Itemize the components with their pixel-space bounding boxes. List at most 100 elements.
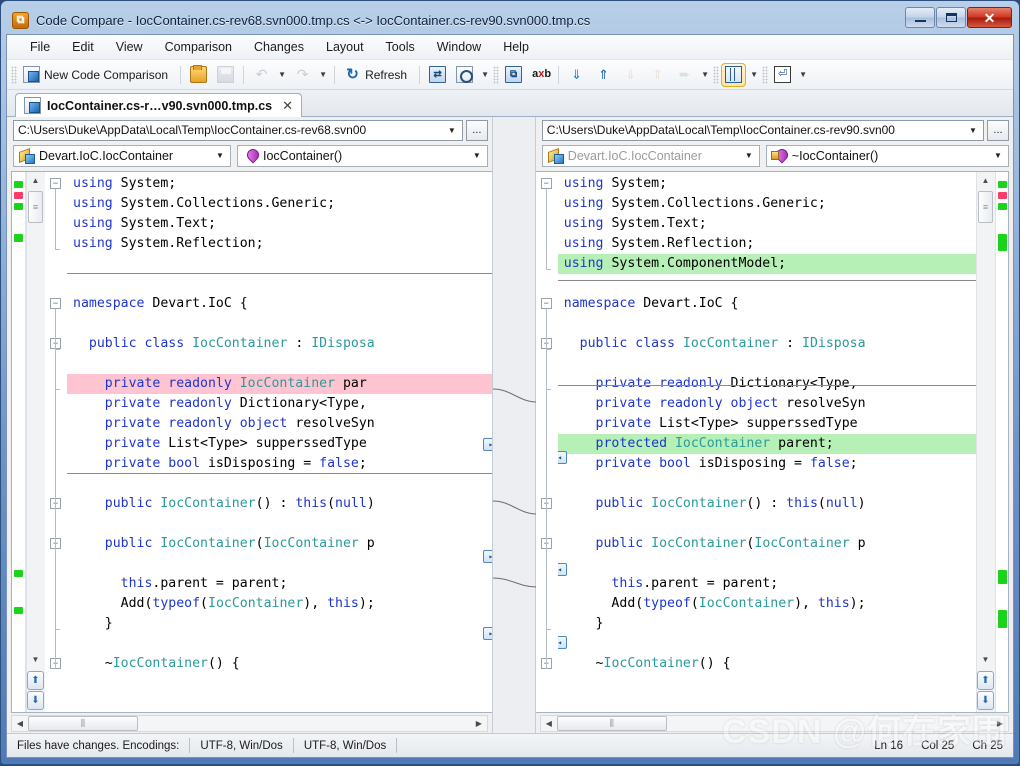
right-type-dropdown-icon[interactable]: ▼: [741, 151, 757, 160]
right-outer-scrollbar[interactable]: ▲ ▼ ⬆ ⬇: [976, 172, 995, 712]
overview-change-marker[interactable]: [14, 607, 23, 614]
new-code-comparison-button[interactable]: New Code Comparison: [19, 63, 175, 87]
left-scroll-down-button[interactable]: ▼: [27, 651, 44, 668]
left-hscroll-right-button[interactable]: ▶: [471, 719, 487, 728]
right-hscroll-left-button[interactable]: ◀: [541, 719, 557, 728]
next-file-button[interactable]: ⇓: [618, 63, 643, 87]
menu-view[interactable]: View: [105, 37, 154, 57]
word-wrap-button[interactable]: ⏎: [770, 63, 795, 87]
fold-toggle-icon[interactable]: −: [541, 298, 552, 309]
view-mode-dropdown[interactable]: ▼: [748, 63, 760, 87]
refresh-button[interactable]: ↻ Refresh: [340, 63, 414, 87]
right-browse-button[interactable]: ...: [987, 120, 1009, 141]
left-next-change-nav-button[interactable]: ⬇: [27, 691, 44, 710]
menu-window[interactable]: Window: [426, 37, 492, 57]
document-tab[interactable]: IocContainer.cs-r…v90.svn000.tmp.cs ✕: [15, 93, 302, 117]
right-hscroll-right-button[interactable]: ▶: [992, 719, 1008, 728]
menu-changes[interactable]: Changes: [243, 37, 315, 57]
redo-dropdown[interactable]: ▼: [317, 63, 329, 87]
left-overview-bar[interactable]: [12, 172, 26, 712]
close-button[interactable]: ✕: [967, 7, 1012, 28]
view-mode-button[interactable]: [721, 63, 746, 87]
overview-change-marker[interactable]: [14, 570, 23, 577]
overview-change-marker[interactable]: [14, 234, 23, 242]
right-hscroll-thumb[interactable]: ⫼: [557, 716, 667, 731]
left-type-dropdown-icon[interactable]: ▼: [212, 151, 228, 160]
right-prev-change-nav-button[interactable]: ⬆: [977, 671, 994, 690]
copy-left-chip[interactable]: ◂◂: [558, 451, 567, 464]
overview-change-marker[interactable]: [998, 610, 1007, 628]
left-browse-button[interactable]: ...: [466, 120, 488, 141]
report-dropdown[interactable]: ▼: [479, 63, 491, 87]
apply-change-button[interactable]: ➨: [672, 63, 697, 87]
overview-change-marker[interactable]: [14, 181, 23, 188]
right-scroll-thumb[interactable]: [978, 191, 993, 223]
left-scroll-thumb[interactable]: [28, 191, 43, 223]
copy-block-button[interactable]: ⧉: [501, 63, 526, 87]
redo-button[interactable]: ↷: [290, 63, 315, 87]
undo-button[interactable]: ↶: [249, 63, 274, 87]
copy-right-chip[interactable]: ▸▸: [483, 627, 492, 640]
left-hscroll-thumb[interactable]: ⫼: [28, 716, 138, 731]
fold-toggle-icon[interactable]: −: [50, 298, 61, 309]
right-member-dropdown-icon[interactable]: ▼: [990, 151, 1006, 160]
left-prev-change-nav-button[interactable]: ⬆: [27, 671, 44, 690]
right-path-combo[interactable]: C:\Users\Duke\AppData\Local\Temp\IocCont…: [542, 120, 984, 141]
previous-change-button[interactable]: ⇑: [591, 63, 616, 87]
overview-change-marker[interactable]: [998, 181, 1007, 188]
maximize-button[interactable]: [936, 7, 966, 28]
left-hscroll-left-button[interactable]: ◀: [12, 719, 28, 728]
toolbar-grip[interactable]: [762, 66, 768, 84]
menu-comparison[interactable]: Comparison: [154, 37, 243, 57]
right-path-dropdown-icon[interactable]: ▼: [965, 126, 981, 135]
left-fold-gutter[interactable]: −−−−−−: [45, 172, 67, 712]
menu-file[interactable]: File: [19, 37, 61, 57]
minimize-button[interactable]: [905, 7, 935, 28]
word-wrap-dropdown[interactable]: ▼: [797, 63, 809, 87]
report-button[interactable]: [452, 63, 477, 87]
overview-change-marker[interactable]: [998, 234, 1007, 251]
left-member-combo[interactable]: IocContainer() ▼: [237, 145, 488, 167]
right-scroll-up-button[interactable]: ▲: [977, 172, 994, 189]
document-tab-close-icon[interactable]: ✕: [282, 98, 293, 114]
copy-right-chip[interactable]: ▸▸: [483, 438, 492, 451]
save-button[interactable]: [213, 63, 238, 87]
overview-change-marker[interactable]: [998, 203, 1007, 210]
undo-dropdown[interactable]: ▼: [276, 63, 288, 87]
overview-change-marker[interactable]: [14, 203, 23, 210]
left-member-dropdown-icon[interactable]: ▼: [469, 151, 485, 160]
fold-toggle-icon[interactable]: −: [50, 178, 61, 189]
right-next-change-nav-button[interactable]: ⬇: [977, 691, 994, 710]
next-change-button[interactable]: ⇓: [564, 63, 589, 87]
previous-file-button[interactable]: ⇑: [645, 63, 670, 87]
fold-toggle-icon[interactable]: −: [541, 178, 552, 189]
left-path-dropdown-icon[interactable]: ▼: [444, 126, 460, 135]
copy-left-chip[interactable]: ◂◂: [558, 636, 567, 649]
right-horizontal-scrollbar[interactable]: ◀ ⫼ ▶: [540, 715, 1009, 732]
right-overview-bar[interactable]: [995, 172, 1008, 712]
toolbar-grip[interactable]: [713, 66, 719, 84]
toolbar-grip[interactable]: [11, 66, 17, 84]
open-button[interactable]: [186, 63, 211, 87]
left-code-area[interactable]: using System;using System.Collections.Ge…: [67, 172, 492, 712]
left-outer-scrollbar[interactable]: ▲ ▼ ⬆ ⬇: [26, 172, 45, 712]
overview-change-marker[interactable]: [998, 570, 1007, 584]
copy-left-chip[interactable]: ◂◂: [558, 563, 567, 576]
overview-change-marker[interactable]: [14, 192, 23, 199]
left-horizontal-scrollbar[interactable]: ◀ ⫼ ▶: [11, 715, 488, 732]
synchronize-panes-button[interactable]: ⇄: [425, 63, 450, 87]
right-type-combo[interactable]: Devart.IoC.IocContainer ▼: [542, 145, 760, 167]
toolbar-grip[interactable]: [493, 66, 499, 84]
right-fold-gutter[interactable]: −−−−−−: [536, 172, 558, 712]
left-path-combo[interactable]: C:\Users\Duke\AppData\Local\Temp\IocCont…: [13, 120, 463, 141]
right-code-area[interactable]: using System;using System.Collections.Ge…: [558, 172, 976, 712]
overview-change-marker[interactable]: [998, 192, 1007, 199]
right-scroll-down-button[interactable]: ▼: [977, 651, 994, 668]
menu-edit[interactable]: Edit: [61, 37, 105, 57]
word-diff-button[interactable]: axb: [528, 63, 553, 87]
changes-dropdown[interactable]: ▼: [699, 63, 711, 87]
menu-tools[interactable]: Tools: [375, 37, 426, 57]
menu-layout[interactable]: Layout: [315, 37, 375, 57]
copy-right-chip[interactable]: ▸▸: [483, 550, 492, 563]
menu-help[interactable]: Help: [492, 37, 540, 57]
